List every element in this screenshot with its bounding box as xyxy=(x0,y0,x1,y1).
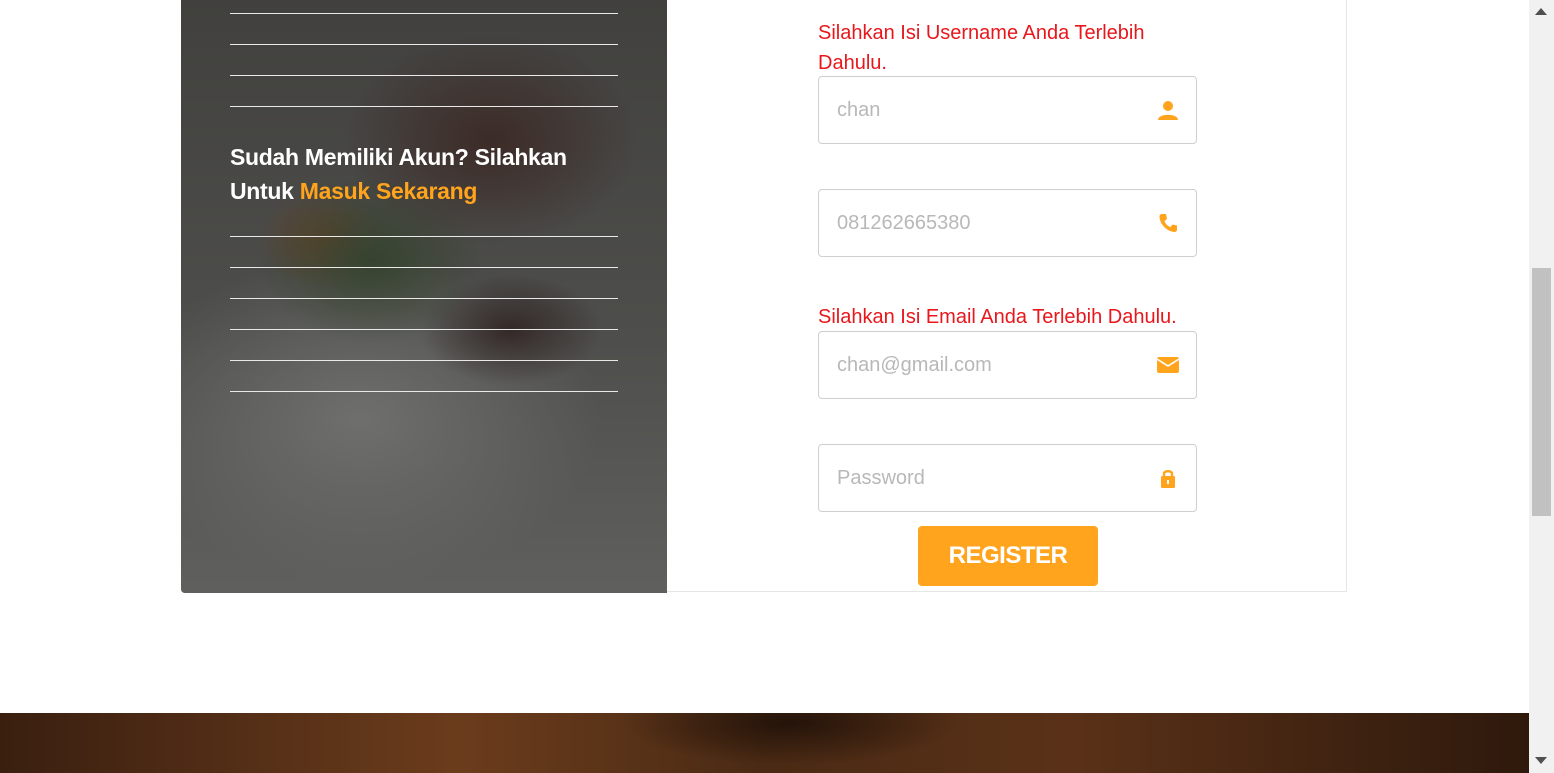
divider-line xyxy=(230,13,618,14)
lock-icon xyxy=(1161,470,1175,488)
divider-line xyxy=(230,106,618,107)
register-button[interactable]: REGISTER xyxy=(918,526,1098,586)
divider-line xyxy=(230,391,618,392)
password-field[interactable] xyxy=(818,444,1197,512)
divider-line xyxy=(230,75,618,76)
envelope-icon xyxy=(1157,357,1179,373)
divider-line xyxy=(230,360,618,361)
divider-line xyxy=(230,236,618,237)
password-input[interactable] xyxy=(837,445,1137,511)
username-error: Silahkan Isi Username Anda Terlebih Dahu… xyxy=(818,22,1145,74)
login-prompt: Sudah Memiliki Akun? Silahkan Untuk Masu… xyxy=(230,140,630,208)
food-image-panel: Sudah Memiliki Akun? Silahkan Untuk Masu… xyxy=(181,0,667,593)
footer-background-image xyxy=(0,713,1529,773)
email-error: Silahkan Isi Email Anda Terlebih Dahulu. xyxy=(818,306,1177,328)
scroll-down-arrow-icon[interactable] xyxy=(1535,757,1547,764)
email-field[interactable] xyxy=(818,331,1197,399)
username-field[interactable] xyxy=(818,76,1197,144)
login-prompt-section: Sudah Memiliki Akun? Silahkan Untuk Masu… xyxy=(181,0,667,593)
username-input[interactable] xyxy=(837,77,1137,143)
divider-line xyxy=(230,44,618,45)
scroll-up-arrow-icon[interactable] xyxy=(1535,8,1547,15)
user-icon xyxy=(1158,101,1178,120)
phone-input[interactable] xyxy=(837,190,1137,256)
scrollbar-thumb[interactable] xyxy=(1532,268,1551,516)
email-input[interactable] xyxy=(837,332,1137,398)
login-link[interactable]: Masuk Sekarang xyxy=(300,178,478,204)
phone-icon xyxy=(1159,214,1177,232)
divider-line xyxy=(230,329,618,330)
phone-field[interactable] xyxy=(818,189,1197,257)
divider-line xyxy=(230,267,618,268)
scrollbar[interactable] xyxy=(1529,0,1554,773)
divider-line xyxy=(230,298,618,299)
